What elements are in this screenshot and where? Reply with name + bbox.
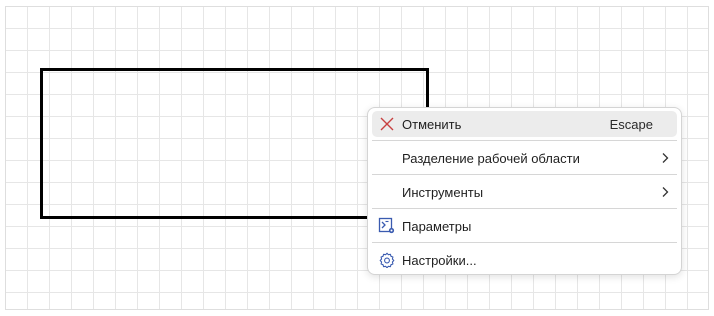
chevron-right-icon — [655, 186, 677, 198]
menu-item-label: Настройки... — [402, 252, 477, 268]
shortcut-label: Escape — [609, 116, 653, 132]
menu-item-label: Разделение рабочей области — [402, 150, 580, 166]
menu-separator — [372, 140, 677, 141]
menu-separator — [372, 242, 677, 243]
parameters-icon — [372, 213, 402, 239]
menu-item-parameters[interactable]: Параметры — [372, 213, 677, 239]
menu-item-label: Параметры — [402, 218, 472, 234]
menu-item-split-workspace[interactable]: Разделение рабочей области — [372, 145, 677, 171]
menu-item-tools[interactable]: Инструменты — [372, 179, 677, 205]
menu-separator — [372, 174, 677, 175]
chevron-right-icon — [655, 152, 677, 164]
gear-icon — [372, 247, 402, 273]
menu-item-cancel[interactable]: Отменить Escape — [372, 111, 677, 137]
menu-item-label: Отменить — [402, 116, 462, 132]
menu-item-settings[interactable]: Настройки... — [372, 247, 677, 273]
close-icon — [372, 111, 402, 137]
context-menu: Отменить Escape Разделение рабочей облас… — [367, 107, 682, 275]
menu-item-label: Инструменты — [402, 184, 484, 200]
menu-separator — [372, 208, 677, 209]
